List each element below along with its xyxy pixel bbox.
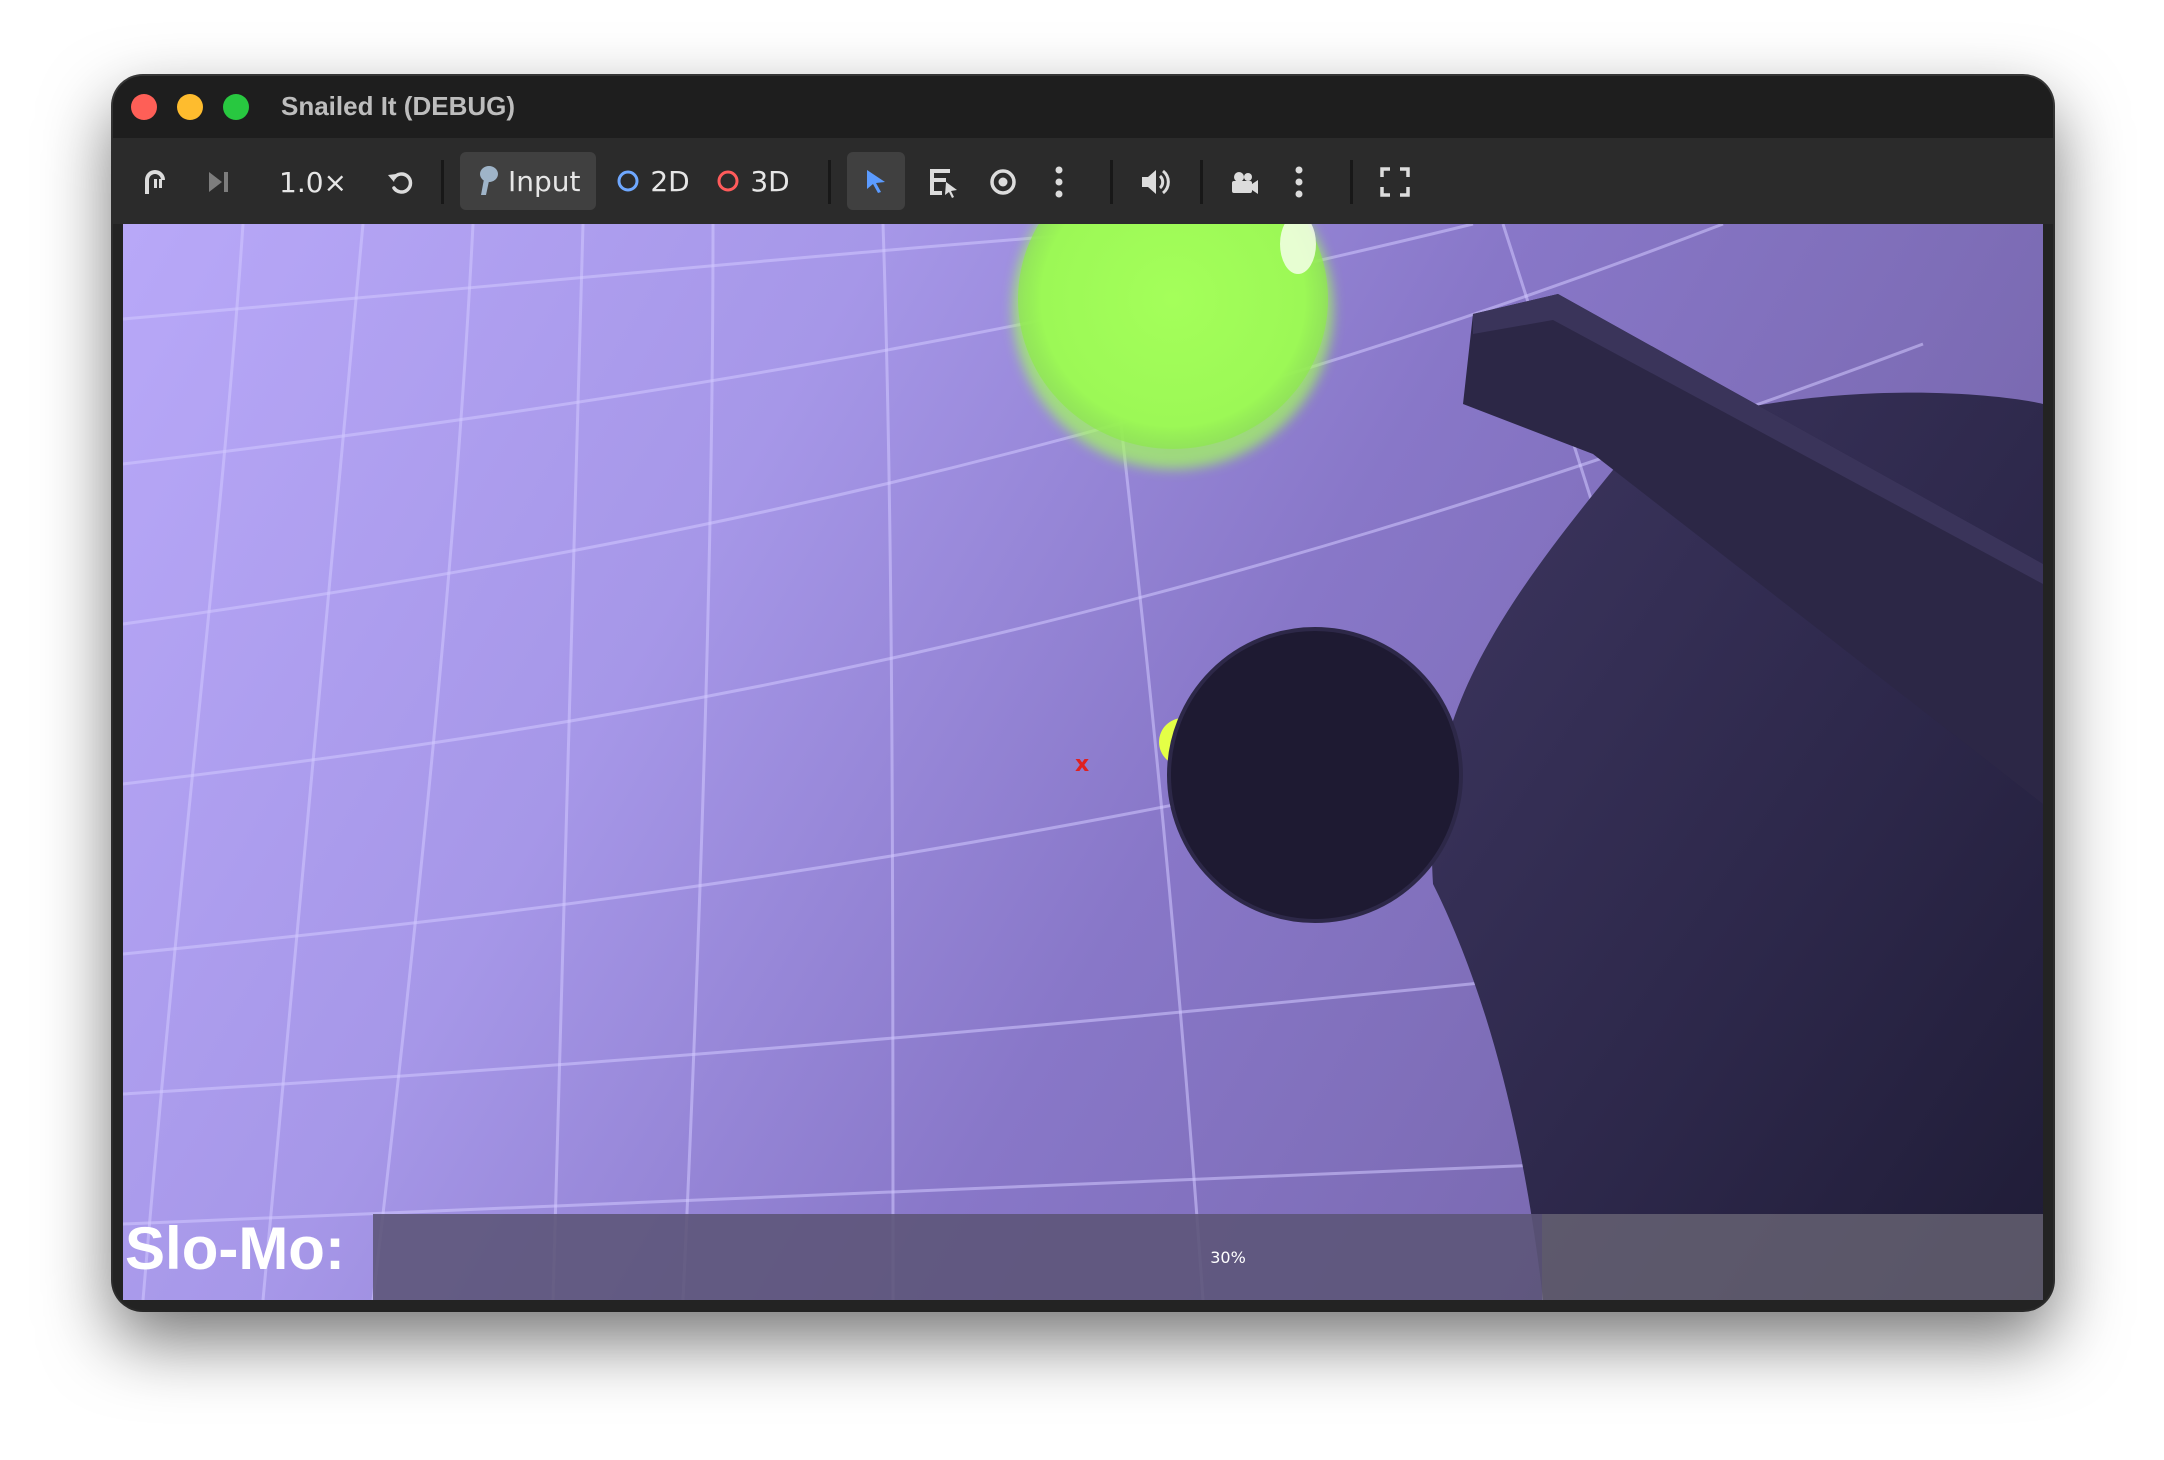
camera-override-icon[interactable] (1223, 164, 1263, 200)
reset-speed-icon[interactable] (383, 164, 419, 200)
crosshair: x (1075, 752, 1090, 777)
game-window: Snailed It (DEBUG) 1.0× Input 2D 3D x Sl… (113, 76, 2053, 1310)
toolbar-separator (441, 160, 444, 204)
mode-2d-label: 2D (650, 164, 690, 198)
window-title: Snailed It (DEBUG) (281, 91, 516, 121)
mode-3d-label: 3D (750, 164, 790, 198)
speaker-icon[interactable] (1135, 164, 1175, 200)
maximize-window-button[interactable] (223, 94, 249, 120)
slomo-progress-bar: 30% (373, 1214, 2043, 1300)
game-toolbar: 1.0× Input 2D 3D (113, 138, 2053, 224)
input-label: Input (508, 164, 581, 198)
mode-3d-button[interactable]: 3D (713, 158, 793, 204)
select-mode-button[interactable] (847, 152, 905, 210)
cursor-arrow-icon (867, 170, 885, 193)
next-frame-icon[interactable] (201, 164, 237, 200)
joystick-icon (480, 166, 498, 195)
minimize-window-button[interactable] (177, 94, 203, 120)
game-suspend-icon[interactable] (137, 164, 173, 200)
kebab-menu-icon[interactable] (1289, 164, 1309, 200)
close-window-button[interactable] (131, 94, 157, 120)
list-select-icon[interactable] (923, 164, 963, 200)
input-toggle-button[interactable]: Input (460, 152, 596, 210)
fullscreen-icon[interactable] (1375, 164, 1415, 200)
circle-outline-icon (617, 170, 639, 192)
slomo-percent-text: 30% (1210, 1247, 1246, 1267)
game-viewport[interactable]: x Slo-Mo: 30% (123, 224, 2043, 1300)
title-bar[interactable]: Snailed It (DEBUG) (113, 76, 2053, 138)
speed-selector[interactable]: 1.0× (273, 162, 353, 202)
circle-outline-icon (717, 170, 739, 192)
toolbar-separator (1350, 160, 1353, 204)
slomo-label: Slo-Mo: (125, 1215, 345, 1282)
eye-icon[interactable] (983, 164, 1023, 200)
toolbar-separator (1200, 160, 1203, 204)
mode-2d-button[interactable]: 2D (613, 158, 693, 204)
toolbar-separator (1110, 160, 1113, 204)
toolbar-separator (828, 160, 831, 204)
kebab-menu-icon[interactable] (1049, 164, 1069, 200)
